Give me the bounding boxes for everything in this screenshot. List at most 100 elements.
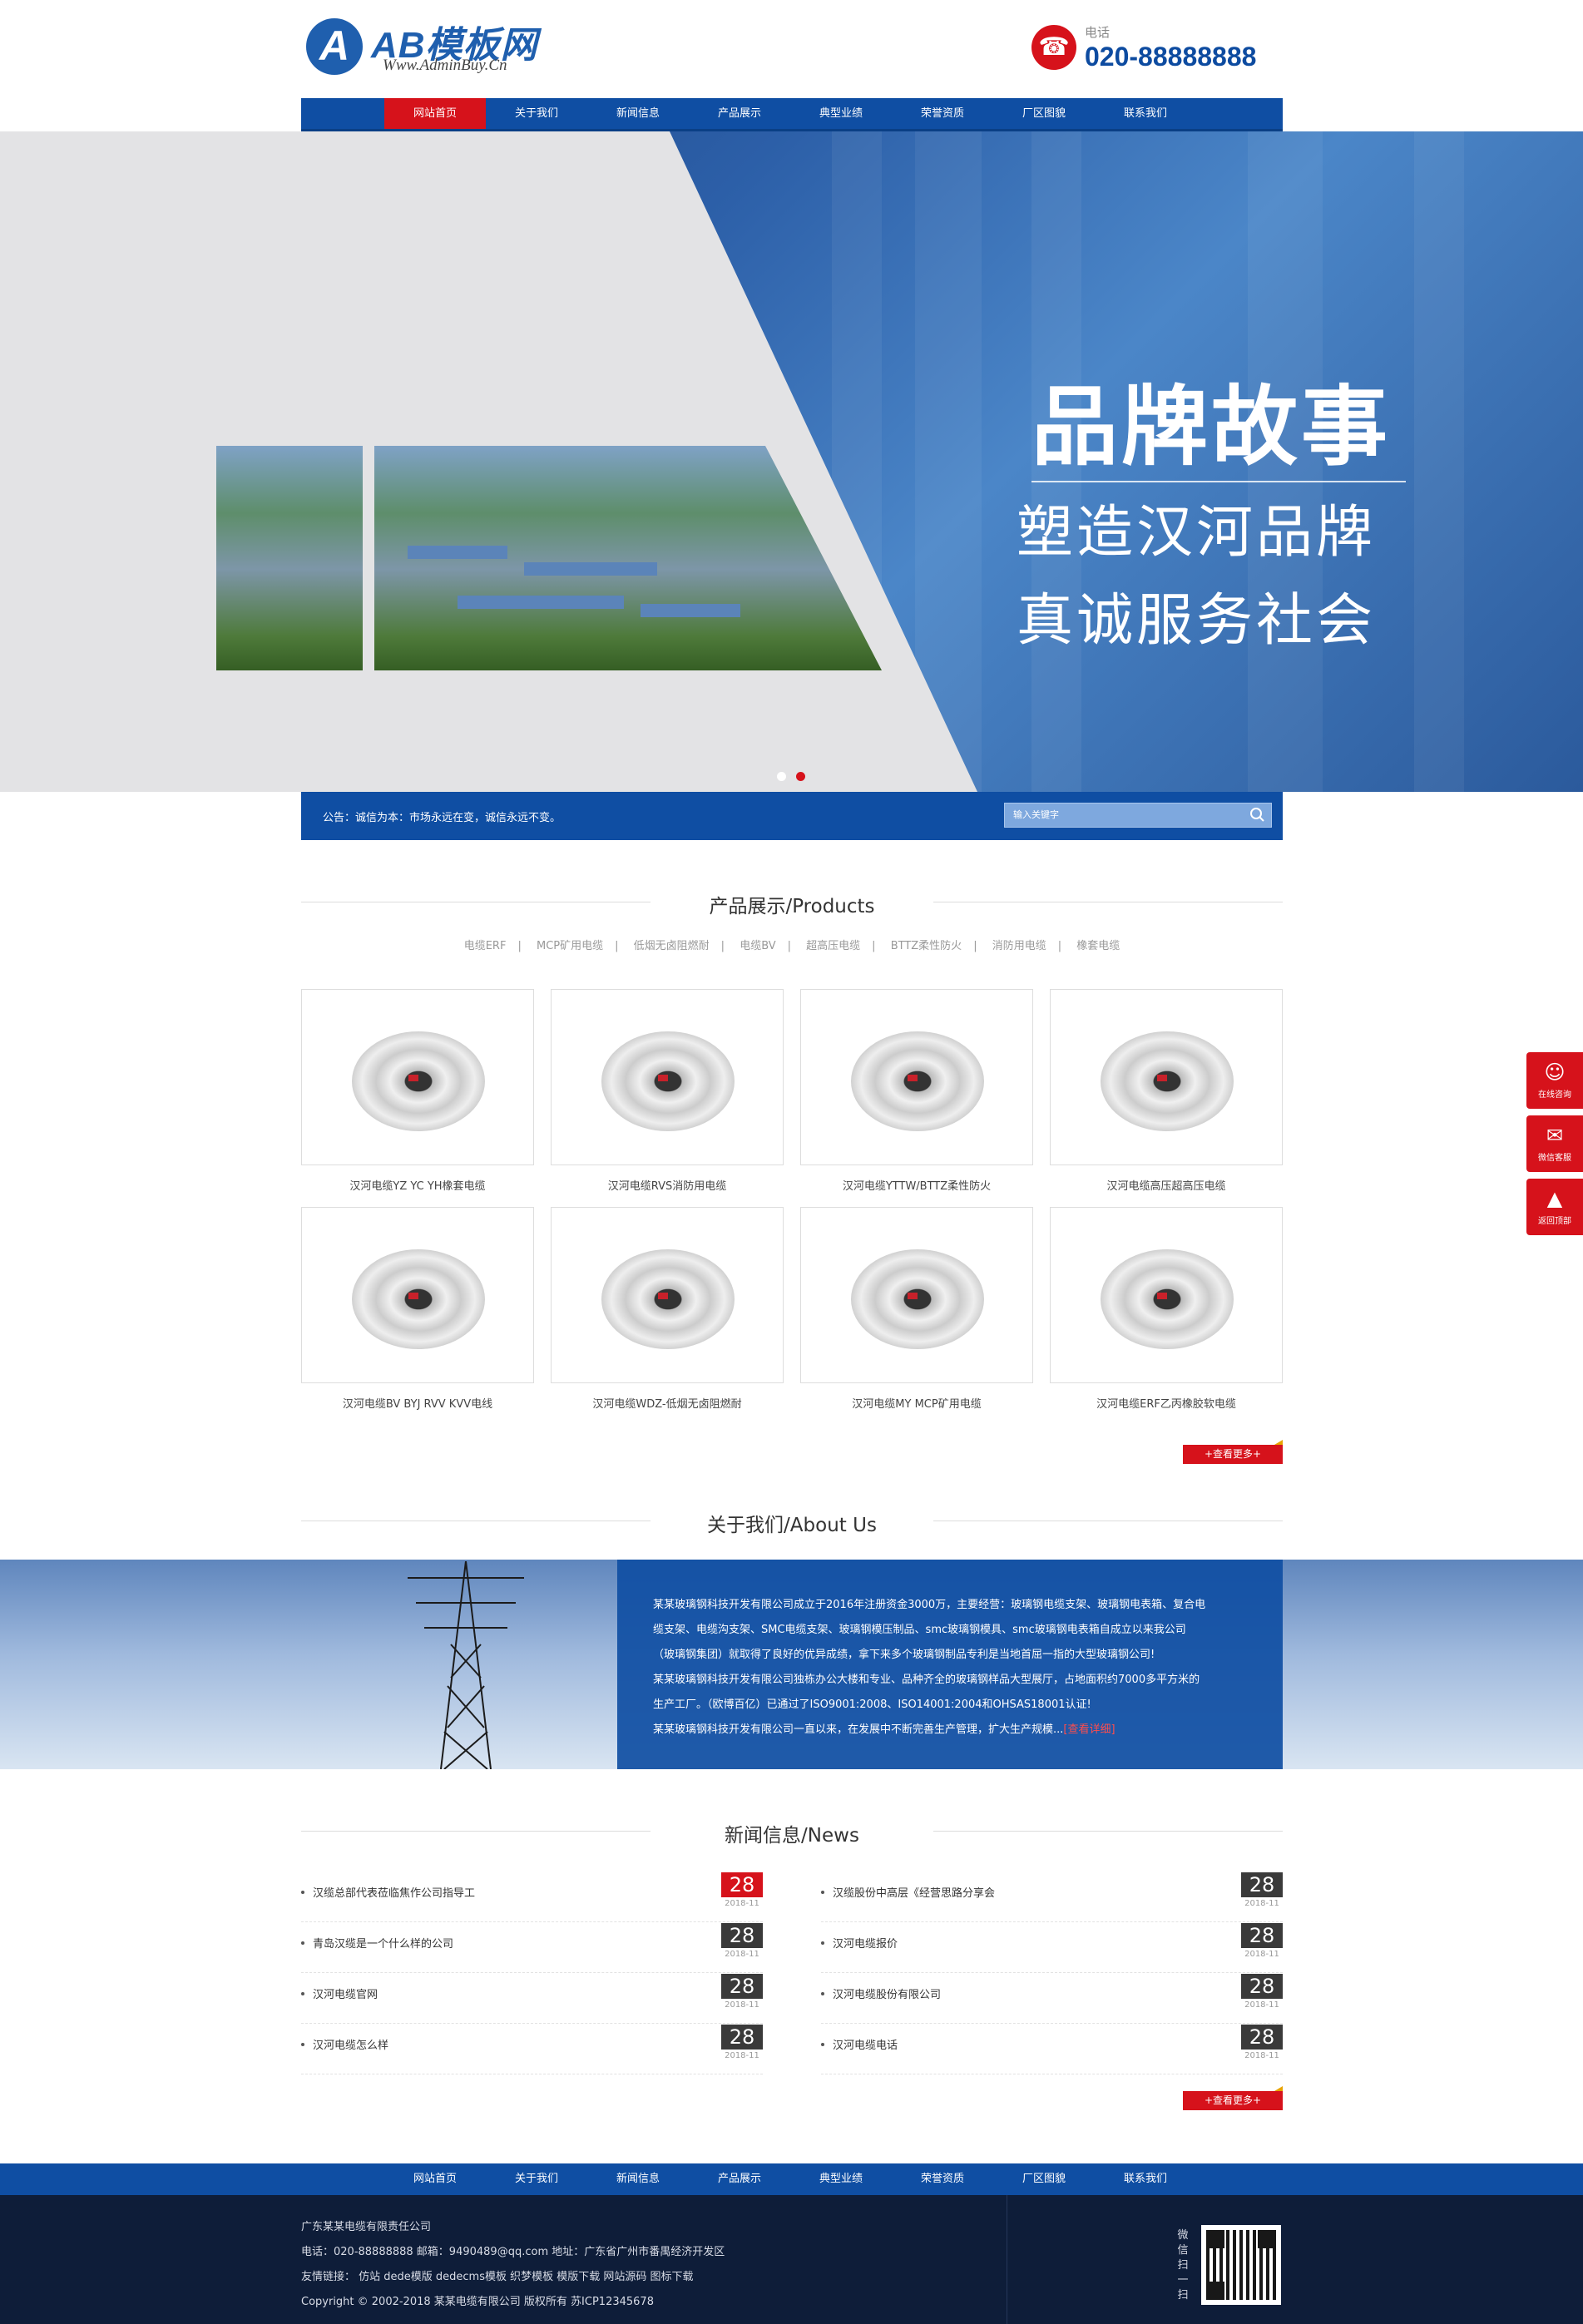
category-link[interactable]: 超高压电缆 [806, 940, 860, 952]
nav-item-cases[interactable]: 典型业绩 [790, 98, 892, 129]
product-name[interactable]: 汉河电缆高压超高压电缆 [1050, 1177, 1283, 1193]
product-card[interactable]: 汉河电缆YZ YC YH橡套电缆 [301, 989, 534, 1193]
news-link[interactable]: 汉缆股份中高层《经营思路分享会 [833, 1884, 995, 1900]
news-day: 28 [1241, 1872, 1283, 1897]
product-card[interactable]: 汉河电缆WDZ-低烟无卤阻燃耐 [551, 1207, 784, 1411]
product-name[interactable]: 汉河电缆RVS消防用电缆 [551, 1177, 784, 1193]
products-more-button[interactable]: +查看更多+ [1183, 1440, 1283, 1464]
product-image[interactable] [551, 989, 784, 1165]
category-link[interactable]: MCP矿用电缆 [537, 940, 603, 952]
news-day: 28 [721, 1974, 763, 1999]
wechat-service-button[interactable]: ✉ 微信客服 [1526, 1115, 1583, 1172]
online-consult-button[interactable]: ☺ 在线咨询 [1526, 1052, 1583, 1109]
category-link[interactable]: 橡套电缆 [1076, 940, 1120, 952]
footer-nav-cases[interactable]: 典型业绩 [790, 2163, 892, 2195]
product-card[interactable]: 汉河电缆高压超高压电缆 [1050, 989, 1283, 1193]
product-image[interactable] [800, 989, 1033, 1165]
factory-photo-small [216, 446, 363, 670]
news-item[interactable]: 青岛汉缆是一个什么样的公司 28 2018-11 [301, 1923, 763, 1973]
product-name[interactable]: 汉河电缆BV BYJ RVV KVV电线 [301, 1395, 534, 1411]
product-categories: 电缆ERF | MCP矿用电缆 | 低烟无卤阻燃耐 | 电缆BV | 超高压电缆 | BT… [463, 940, 1120, 952]
wechat-label: 微信扫一扫 [1177, 2229, 1189, 2302]
product-image[interactable] [1050, 1207, 1283, 1383]
news-item[interactable]: 汉河电缆报价 28 2018-11 [821, 1923, 1283, 1973]
product-name[interactable]: 汉河电缆MY MCP矿用电缆 [800, 1395, 1033, 1411]
product-name[interactable]: 汉河电缆YZ YC YH橡套电缆 [301, 1177, 534, 1193]
slider-dot-2[interactable] [796, 772, 805, 781]
news-item[interactable]: 汉河电缆官网 28 2018-11 [301, 1974, 763, 2024]
product-card[interactable]: 汉河电缆ERF乙丙橡胶软电缆 [1050, 1207, 1283, 1411]
footer-nav-news[interactable]: 新闻信息 [587, 2163, 689, 2195]
news-more-button[interactable]: +查看更多+ [1183, 2086, 1283, 2110]
news-date: 2018-11 [1244, 1950, 1279, 1959]
notice-text: 公告：诚信为本：市场永远在变，诚信永远不变。 [323, 812, 561, 824]
news-link[interactable]: 汉河电缆股份有限公司 [833, 1985, 941, 2001]
power-tower-icon [408, 1561, 524, 1769]
news-link[interactable]: 汉河电缆官网 [313, 1985, 378, 2001]
footer-company: 广东某某电缆有限责任公司 [301, 2221, 432, 2233]
search-input[interactable] [1005, 804, 1246, 827]
site-logo[interactable]: A AB模板网 Www.AdminBuy.Cn [306, 15, 556, 78]
about-line: 生产工厂。（欧博百亿）已通过了ISO9001:2008、ISO14001:200… [653, 1698, 1091, 1711]
product-image[interactable] [551, 1207, 784, 1383]
footer-nav-honors[interactable]: 荣誉资质 [892, 2163, 993, 2195]
back-to-top-button[interactable]: ▲ 返回顶部 [1526, 1179, 1583, 1235]
news-date: 2018-11 [1244, 2000, 1279, 2010]
news-link[interactable]: 汉缆总部代表莅临焦作公司指导工 [313, 1884, 475, 1900]
news-link[interactable]: 汉河电缆电话 [833, 2036, 898, 2052]
nav-item-about[interactable]: 关于我们 [486, 98, 587, 129]
nav-item-news[interactable]: 新闻信息 [587, 98, 689, 129]
footer-nav-products[interactable]: 产品展示 [689, 2163, 790, 2195]
slider-dot-1[interactable] [777, 772, 786, 781]
category-link[interactable]: 电缆BV [740, 940, 775, 952]
banner-slogan-line1: 塑造汉河品牌 [1017, 500, 1377, 566]
nav-item-honors[interactable]: 荣誉资质 [892, 98, 993, 129]
footer-nav-contact[interactable]: 联系我们 [1095, 2163, 1196, 2195]
product-name[interactable]: 汉河电缆YTTW/BTTZ柔性防火 [800, 1177, 1033, 1193]
product-card[interactable]: 汉河电缆MY MCP矿用电缆 [800, 1207, 1033, 1411]
site-footer: 广东某某电缆有限责任公司 电话：020-88888888 邮箱：9490489@… [0, 2195, 1583, 2324]
product-image[interactable] [800, 1207, 1033, 1383]
news-item[interactable]: 汉河电缆电话 28 2018-11 [821, 2025, 1283, 2074]
about-line: 某某玻璃钢科技开发有限公司成立于2016年注册资金3000万，主要经营：玻璃钢电… [653, 1599, 1206, 1611]
category-link[interactable]: BTTZ柔性防火 [891, 940, 962, 952]
category-link[interactable]: 电缆ERF [464, 940, 507, 952]
product-card[interactable]: 汉河电缆RVS消防用电缆 [551, 989, 784, 1193]
product-image[interactable] [301, 1207, 534, 1383]
category-link[interactable]: 低烟无卤阻燃耐 [634, 940, 710, 952]
category-link[interactable]: 消防用电缆 [992, 940, 1046, 952]
nav-item-factory[interactable]: 厂区图貌 [993, 98, 1095, 129]
news-item[interactable]: 汉河电缆股份有限公司 28 2018-11 [821, 1974, 1283, 2024]
product-image[interactable] [1050, 989, 1283, 1165]
news-day: 28 [721, 2025, 763, 2050]
footer-nav-about[interactable]: 关于我们 [486, 2163, 587, 2195]
nav-item-home[interactable]: 网站首页 [384, 98, 486, 129]
product-card[interactable]: 汉河电缆BV BYJ RVV KVV电线 [301, 1207, 534, 1411]
product-image[interactable] [301, 989, 534, 1165]
product-name[interactable]: 汉河电缆ERF乙丙橡胶软电缆 [1050, 1395, 1283, 1411]
news-link[interactable]: 青岛汉缆是一个什么样的公司 [313, 1935, 453, 1951]
news-item[interactable]: 汉缆总部代表莅临焦作公司指导工 28 2018-11 [301, 1872, 763, 1922]
product-name[interactable]: 汉河电缆WDZ-低烟无卤阻燃耐 [551, 1395, 784, 1411]
nav-item-contact[interactable]: 联系我们 [1095, 98, 1196, 129]
qq-icon: ☺ [1544, 1061, 1566, 1084]
banner-title: 品牌故事 [1031, 376, 1392, 477]
news-item[interactable]: 汉缆股份中高层《经营思路分享会 28 2018-11 [821, 1872, 1283, 1922]
about-section-title: 关于我们/About Us [301, 1504, 1283, 1537]
news-link[interactable]: 汉河电缆怎么样 [313, 2036, 388, 2052]
news-day: 28 [1241, 1974, 1283, 1999]
news-item[interactable]: 汉河电缆怎么样 28 2018-11 [301, 2025, 763, 2074]
news-day: 28 [721, 1923, 763, 1948]
footer-links[interactable]: 友情链接： 仿站 dede模版 dedecms模板 织梦模板 模版下载 网站源码… [301, 2265, 725, 2290]
news-link[interactable]: 汉河电缆报价 [833, 1935, 898, 1951]
logo-url: Www.AdminBuy.Cn [383, 57, 507, 74]
about-more-link[interactable]: [查看详细] [1063, 1723, 1115, 1736]
footer-nav-factory[interactable]: 厂区图貌 [993, 2163, 1095, 2195]
product-card[interactable]: 汉河电缆YTTW/BTTZ柔性防火 [800, 989, 1033, 1193]
footer-nav-home[interactable]: 网站首页 [384, 2163, 486, 2195]
news-day: 28 [721, 1872, 763, 1897]
nav-item-products[interactable]: 产品展示 [689, 98, 790, 129]
search-icon[interactable] [1249, 807, 1266, 823]
footer-contact: 电话：020-88888888 邮箱：9490489@qq.com 地址：广东省… [301, 2246, 725, 2258]
banner-divider [1031, 481, 1406, 482]
